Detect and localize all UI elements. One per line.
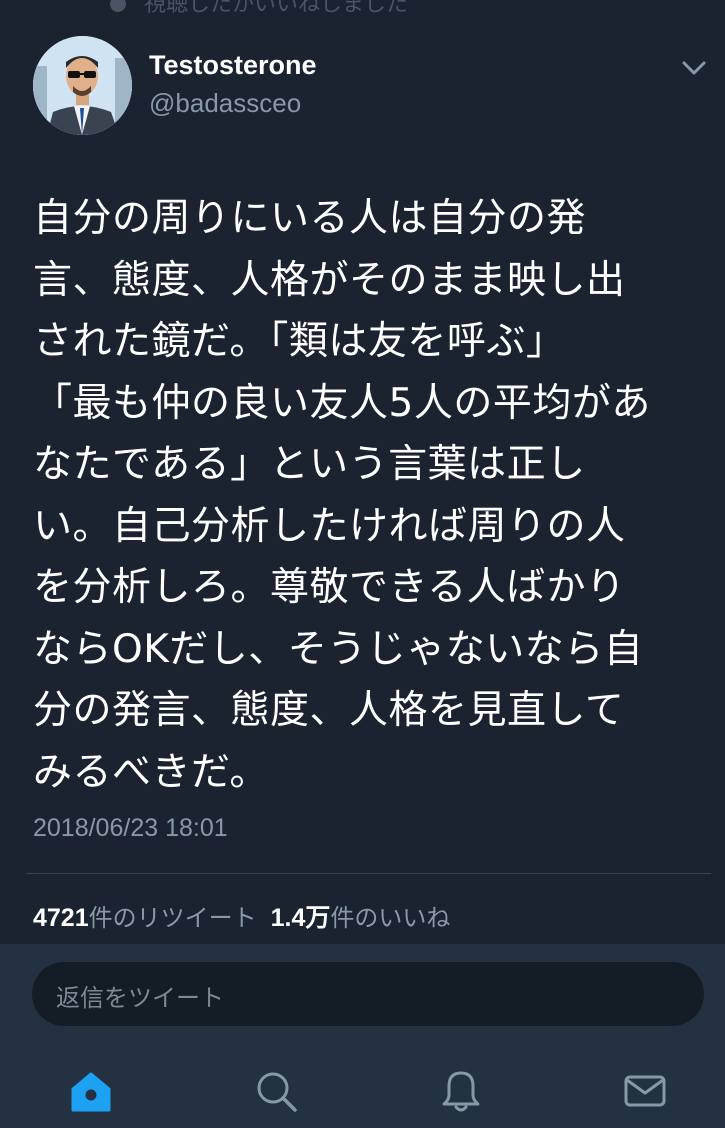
- reply-input[interactable]: 返信をツイート: [32, 962, 704, 1026]
- avatar-image: [33, 36, 132, 135]
- retweets-label: 件のリツイート: [88, 904, 257, 932]
- messages-icon[interactable]: [622, 1068, 668, 1114]
- reply-placeholder: 返信をツイート: [56, 984, 224, 1012]
- heart-icon: [110, 0, 126, 12]
- likes-label: 件のいいね: [330, 904, 451, 932]
- retweets-count: 4721: [33, 904, 89, 932]
- author-handle[interactable]: @badassceo: [149, 88, 301, 119]
- social-context: 視聴したかいいねしました: [110, 0, 408, 18]
- chevron-down-icon[interactable]: [680, 58, 708, 78]
- author-name[interactable]: Testosterone: [149, 50, 317, 81]
- retweets-stat[interactable]: 4721件のリツイート: [33, 904, 257, 932]
- tweet-detail: 視聴したかいいねしました Testosterone @badassceo 自分の…: [0, 0, 725, 944]
- notifications-icon[interactable]: [438, 1068, 484, 1114]
- likes-stat[interactable]: 1.4万件のいいね: [271, 904, 451, 932]
- tweet-text: 自分の周りにいる人は自分の発 言、態度、人格がそのまま映し出 された鏡だ。「類は…: [33, 196, 651, 795]
- search-icon[interactable]: [253, 1068, 299, 1114]
- likes-count: 1.4万: [270, 904, 331, 932]
- divider: [26, 873, 711, 874]
- avatar[interactable]: [33, 36, 132, 135]
- tweet-stats: 4721件のリツイート 1.4万件のいいね: [33, 898, 450, 934]
- tweet-timestamp: 2018/06/23 18:01: [33, 814, 228, 842]
- home-icon[interactable]: [68, 1068, 114, 1114]
